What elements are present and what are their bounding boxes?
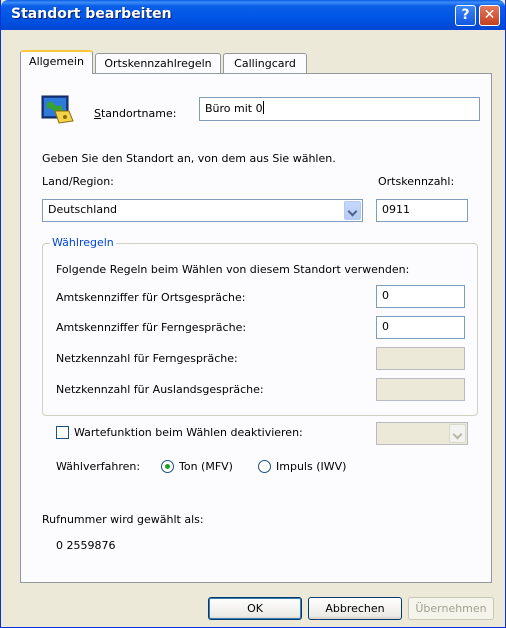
area-code-input[interactable]: 0911 [376,199,468,222]
local-prefix-label: Amtskennziffer für Ortsgespräche: [56,291,246,304]
call-waiting-label: Wartefunktion beim Wählen deaktivieren: [74,426,303,439]
international-carrier-label: Netzkennzahl für Auslandsgespräche: [56,383,264,396]
close-icon: ✕ [483,7,496,23]
dial-mode-label: Wählverfahren: [56,460,141,473]
local-prefix-input[interactable]: 0 [376,285,465,308]
title-bar[interactable]: Standort bearbeiten ? ✕ [1,0,505,30]
tab-ortskennzahlregeln[interactable]: Ortskennzahlregeln [95,53,221,74]
location-name-value: Büro mit 0 [205,102,263,115]
country-label: Land/Region: [42,175,114,188]
chevron-down-icon[interactable] [344,201,361,220]
chevron-down-icon [449,424,466,443]
pulse-label: Impuls (IWV) [276,460,347,473]
dialing-rules-intro: Folgende Regeln beim Wählen von diesem S… [56,263,410,276]
cancel-button[interactable]: Abbrechen [308,597,402,620]
instruction-text: Geben Sie den Standort an, von dem aus S… [42,152,336,165]
tab-label: Callingcard [234,57,296,70]
area-code-value: 0911 [382,203,410,216]
apply-label: Übernehmen [415,602,487,615]
help-button[interactable]: ? [455,5,476,26]
long-distance-carrier-input [376,347,465,370]
area-code-label: Ortskennzahl: [378,175,455,188]
location-icon [41,95,74,124]
ok-label: OK [247,602,263,615]
tab-label: Allgemein [29,55,84,68]
tone-label: Ton (MFV) [179,460,233,473]
cancel-label: Abbrechen [325,602,385,615]
help-icon: ? [461,7,470,23]
tab-label: Ortskennzahlregeln [104,57,212,70]
long-distance-carrier-label: Netzkennzahl für Ferngespräche: [56,352,238,365]
long-distance-prefix-label: Amtskennziffer für Ferngespräche: [56,321,247,334]
window-title: Standort bearbeiten [11,6,172,22]
tab-allgemein[interactable]: Allgemein [20,50,93,74]
location-name-input[interactable]: Büro mit 0 [199,97,480,121]
apply-button[interactable]: Übernehmen [408,597,494,620]
country-select[interactable]: Deutschland [42,199,363,222]
local-prefix-value: 0 [382,289,389,302]
dialed-number: 0 2559876 [56,539,116,552]
close-button[interactable]: ✕ [479,5,500,26]
call-waiting-checkbox[interactable] [56,426,69,439]
country-value: Deutschland [48,203,118,216]
dialed-as-label: Rufnummer wird gewählt als: [42,513,204,526]
ok-button[interactable]: OK [208,597,302,620]
long-distance-prefix-input[interactable]: 0 [376,316,465,339]
dialog-window: Standort bearbeiten ? ✕ Allgemein Ortske… [0,0,506,628]
text-caret [262,101,264,114]
long-distance-prefix-value: 0 [382,320,389,333]
international-carrier-input [376,378,465,401]
pulse-radio[interactable] [258,460,271,473]
tone-radio[interactable] [161,460,174,473]
location-name-label: Standortname: [94,107,177,120]
call-waiting-select [376,422,468,445]
dialing-rules-legend: Wählregeln [50,236,116,249]
tab-callingcard[interactable]: Callingcard [223,53,307,74]
